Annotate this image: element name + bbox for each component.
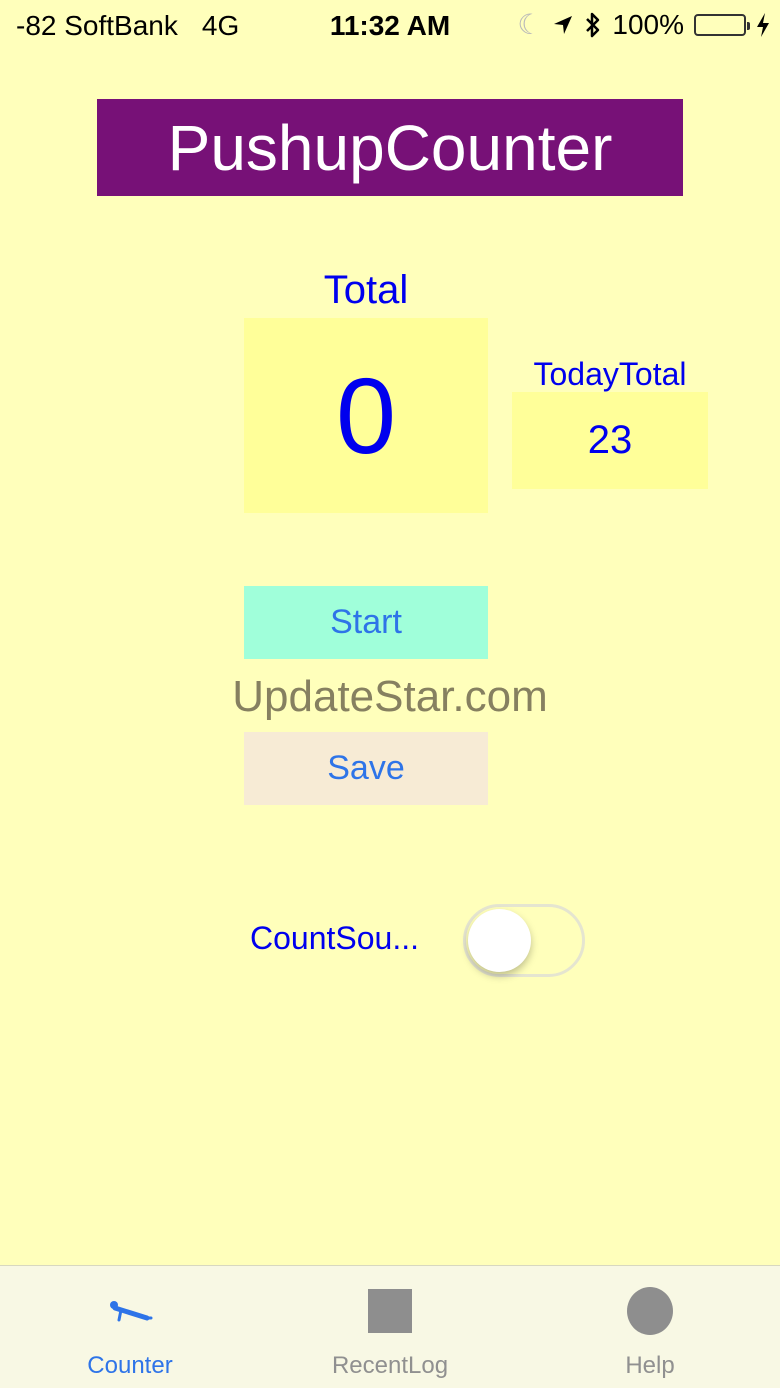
tab-bar: Counter RecentLog Help xyxy=(0,1265,780,1388)
total-value: 0 xyxy=(244,318,488,513)
tab-label-recentlog: RecentLog xyxy=(331,1352,449,1379)
pushup-icon xyxy=(107,1288,153,1334)
circle-icon xyxy=(627,1287,673,1335)
app-title: PushupCounter xyxy=(97,99,683,196)
bluetooth-icon xyxy=(584,11,602,39)
count-sound-label: CountSou... xyxy=(250,920,419,956)
battery-icon xyxy=(694,13,750,36)
tab-counter[interactable]: Counter xyxy=(0,1266,260,1388)
square-icon xyxy=(367,1288,413,1334)
status-right: ☾ 100% xyxy=(517,8,770,41)
toggle-knob xyxy=(468,909,531,972)
total-label: Total xyxy=(323,268,409,312)
today-total-label: TodayTotal xyxy=(533,356,687,392)
watermark: UpdateStar.com xyxy=(232,672,548,721)
battery-percent: 100% xyxy=(612,8,684,40)
status-bar: -82 SoftBank 4G 11:32 AM ☾ 100% xyxy=(0,0,780,56)
tab-label-help: Help xyxy=(625,1352,675,1379)
moon-icon: ☾ xyxy=(517,9,543,40)
today-total-value: 23 xyxy=(512,392,708,489)
tab-recentlog[interactable]: RecentLog xyxy=(260,1266,520,1388)
start-button[interactable]: Start xyxy=(244,586,488,659)
save-button[interactable]: Save xyxy=(244,732,488,805)
charging-icon xyxy=(756,12,770,37)
tab-help[interactable]: Help xyxy=(520,1266,780,1388)
count-sound-toggle[interactable] xyxy=(463,904,585,977)
location-arrow-icon xyxy=(552,14,574,36)
tab-label-counter: Counter xyxy=(87,1352,173,1379)
